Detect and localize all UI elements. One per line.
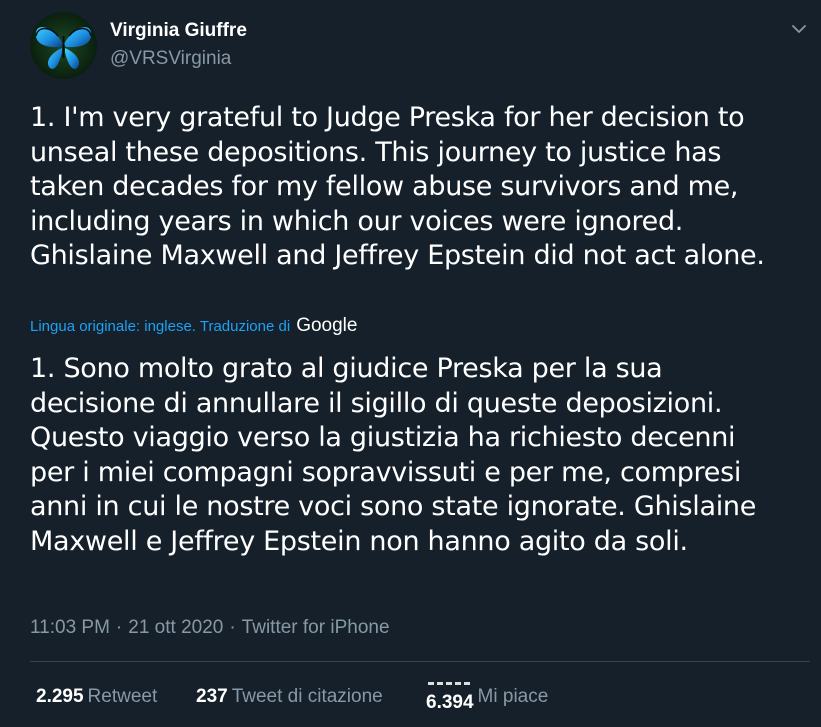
tweet-metadata: 11:03 PM · 21 ott 2020 · Twitter for iPhone [30, 617, 390, 639]
tweet-menu-button[interactable] [788, 18, 810, 40]
translated-tweet-text: 1. Sono molto grato al giudice Preska pe… [30, 353, 757, 557]
quotes-label: Tweet di citazione [231, 686, 383, 707]
quotes-count: 237 [196, 686, 228, 707]
google-logo: Google [296, 315, 358, 336]
retweets-label: Retweet [87, 686, 158, 707]
chevron-down-icon [792, 25, 806, 33]
author-handle[interactable]: @VRSVirginia [110, 48, 231, 70]
translation-note: Lingua originale: inglese. Traduzione di… [30, 314, 357, 338]
likes-label: Mi piace [477, 686, 549, 707]
meta-separator: · [115, 617, 123, 638]
tweet-date[interactable]: 21 ott 2020 [128, 617, 223, 638]
likes-count: 6.394 [426, 682, 474, 713]
tweet-text: 1. I'm very grateful to Judge Preska for… [30, 102, 765, 271]
butterfly-avatar-icon [30, 12, 97, 79]
likes-stat[interactable]: 6.394 Mi piace [426, 682, 549, 713]
meta-separator: · [229, 617, 236, 638]
retweets-stat[interactable]: 2.295 Retweet [36, 686, 157, 708]
retweets-count: 2.295 [36, 686, 84, 707]
tweet-source[interactable]: Twitter for iPhone [242, 617, 390, 638]
divider [30, 661, 810, 662]
tweet-time[interactable]: 11:03 PM [30, 617, 110, 638]
avatar[interactable] [30, 12, 97, 79]
translation-note-link[interactable]: Lingua originale: inglese. Traduzione di [30, 318, 290, 335]
author-display-name[interactable]: Virginia Giuffre [110, 20, 247, 42]
quotes-stat[interactable]: 237 Tweet di citazione [196, 686, 383, 708]
